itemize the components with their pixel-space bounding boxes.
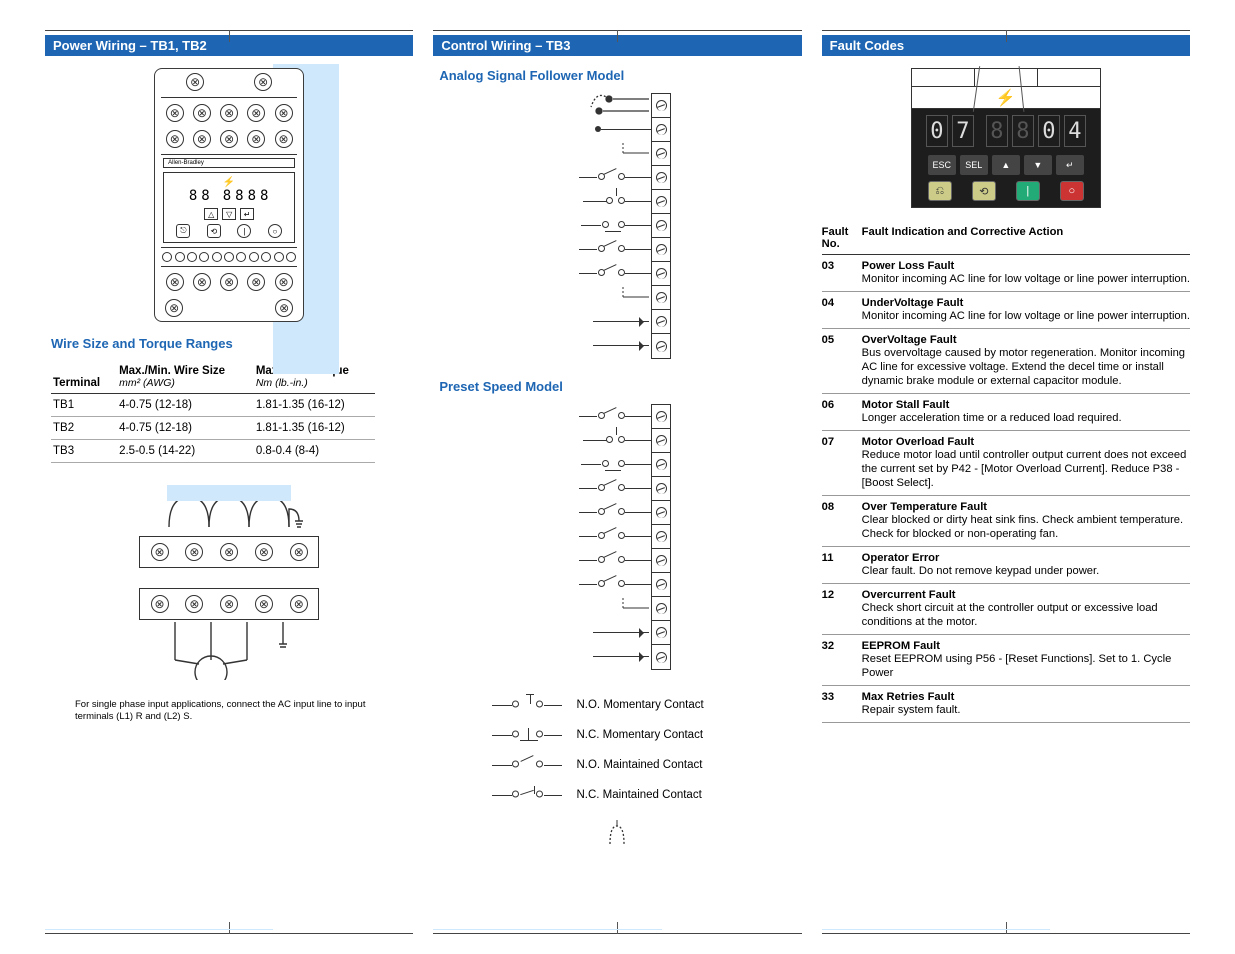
esc-key: ESC <box>928 155 956 175</box>
down-key: ▼ <box>1024 155 1052 175</box>
fault-row: 06Motor Stall FaultLonger acceleration t… <box>822 394 1190 431</box>
column-power-wiring: Power Wiring – TB1, TB2 Allen-Bradley ⚡ … <box>45 30 413 934</box>
nc-momentary-label: N.C. Momentary Contact <box>576 729 703 741</box>
sel-key: SEL <box>960 155 988 175</box>
fault-row: 04UnderVoltage FaultMonitor incoming AC … <box>822 292 1190 329</box>
digit-4: 8 <box>1012 115 1034 147</box>
start-icon: | <box>1016 181 1040 201</box>
digit-3: 8 <box>986 115 1008 147</box>
rev-icon: ⟲ <box>972 181 996 201</box>
fault-no-header: FaultNo. <box>822 226 862 250</box>
no-maintained-icon <box>492 756 562 774</box>
digit-6: 4 <box>1064 115 1086 147</box>
up-key: ▲ <box>992 155 1020 175</box>
stop-icon: ○ <box>1060 181 1084 201</box>
fault-row: 32EEPROM FaultReset EEPROM using P56 - [… <box>822 635 1190 686</box>
th-wire: Max./Min. Wire Sizemm² (AWG) <box>117 361 254 394</box>
digit-2: 7 <box>952 115 974 147</box>
potentiometer-icon <box>492 820 742 849</box>
fault-row: 12Overcurrent FaultCheck short circuit a… <box>822 584 1190 635</box>
enter-key: ↵ <box>1056 155 1084 175</box>
no-maintained-label: N.O. Maintained Contact <box>576 759 702 771</box>
digit-1: 0 <box>926 115 948 147</box>
column-fault-codes: Fault Codes ⚡ 0 7 8 8 0 4 ESC SEL <box>822 30 1190 934</box>
fault-row: 33Max Retries FaultRepair system fault. <box>822 686 1190 723</box>
table-row: TB32.5-0.5 (14-22)0.8-0.4 (8-4) <box>51 440 375 463</box>
preset-header: Preset Speed Model <box>433 379 801 394</box>
wire-size-header: Wire Size and Torque Ranges <box>45 336 413 351</box>
column-control-wiring: Control Wiring – TB3 Analog Signal Follo… <box>433 30 801 934</box>
fault-row: 05OverVoltage FaultBus overvoltage cause… <box>822 329 1190 394</box>
device-figure: Allen-Bradley ⚡ 888888 △▽↵ ⎋⟲|○ <box>45 68 413 322</box>
fault-row: 03Power Loss FaultMonitor incoming AC li… <box>822 255 1190 292</box>
tb3-preset-figure <box>433 404 801 670</box>
table-row: TB14-0.75 (12-18)1.81-1.35 (16-12) <box>51 394 375 417</box>
table-row: TB24-0.75 (12-18)1.81-1.35 (16-12) <box>51 417 375 440</box>
contact-legend: N.O. Momentary Contact N.C. Momentary Co… <box>492 690 742 849</box>
tb3-analog-figure <box>433 93 801 359</box>
fault-row: 11Operator ErrorClear fault. Do not remo… <box>822 547 1190 584</box>
jog-icon: ⎌ <box>928 181 952 201</box>
fault-row: 07Motor Overload FaultReduce motor load … <box>822 431 1190 496</box>
nc-maintained-icon <box>492 786 562 804</box>
nc-momentary-icon <box>492 726 562 744</box>
fault-row: 08Over Temperature FaultClear blocked or… <box>822 496 1190 547</box>
no-momentary-icon <box>492 696 562 714</box>
nc-maintained-label: N.C. Maintained Contact <box>576 789 701 801</box>
no-momentary-label: N.O. Momentary Contact <box>576 699 703 711</box>
bolt-icon: ⚡ <box>911 86 1101 108</box>
th-terminal: Terminal <box>51 361 117 394</box>
wire-table: Terminal Max./Min. Wire Sizemm² (AWG) Ma… <box>51 361 375 463</box>
device-label: Allen-Bradley <box>163 158 295 168</box>
input-wiring-figure <box>45 483 413 685</box>
fault-display-figure: ⚡ 0 7 8 8 0 4 ESC SEL ▲ ▼ ↵ <box>822 68 1190 208</box>
analog-header: Analog Signal Follower Model <box>433 68 801 83</box>
fault-action-header: Fault Indication and Corrective Action <box>862 226 1190 250</box>
digit-5: 0 <box>1038 115 1060 147</box>
single-phase-footnote: For single phase input applications, con… <box>45 693 413 723</box>
fault-table: FaultNo. Fault Indication and Corrective… <box>822 222 1190 723</box>
